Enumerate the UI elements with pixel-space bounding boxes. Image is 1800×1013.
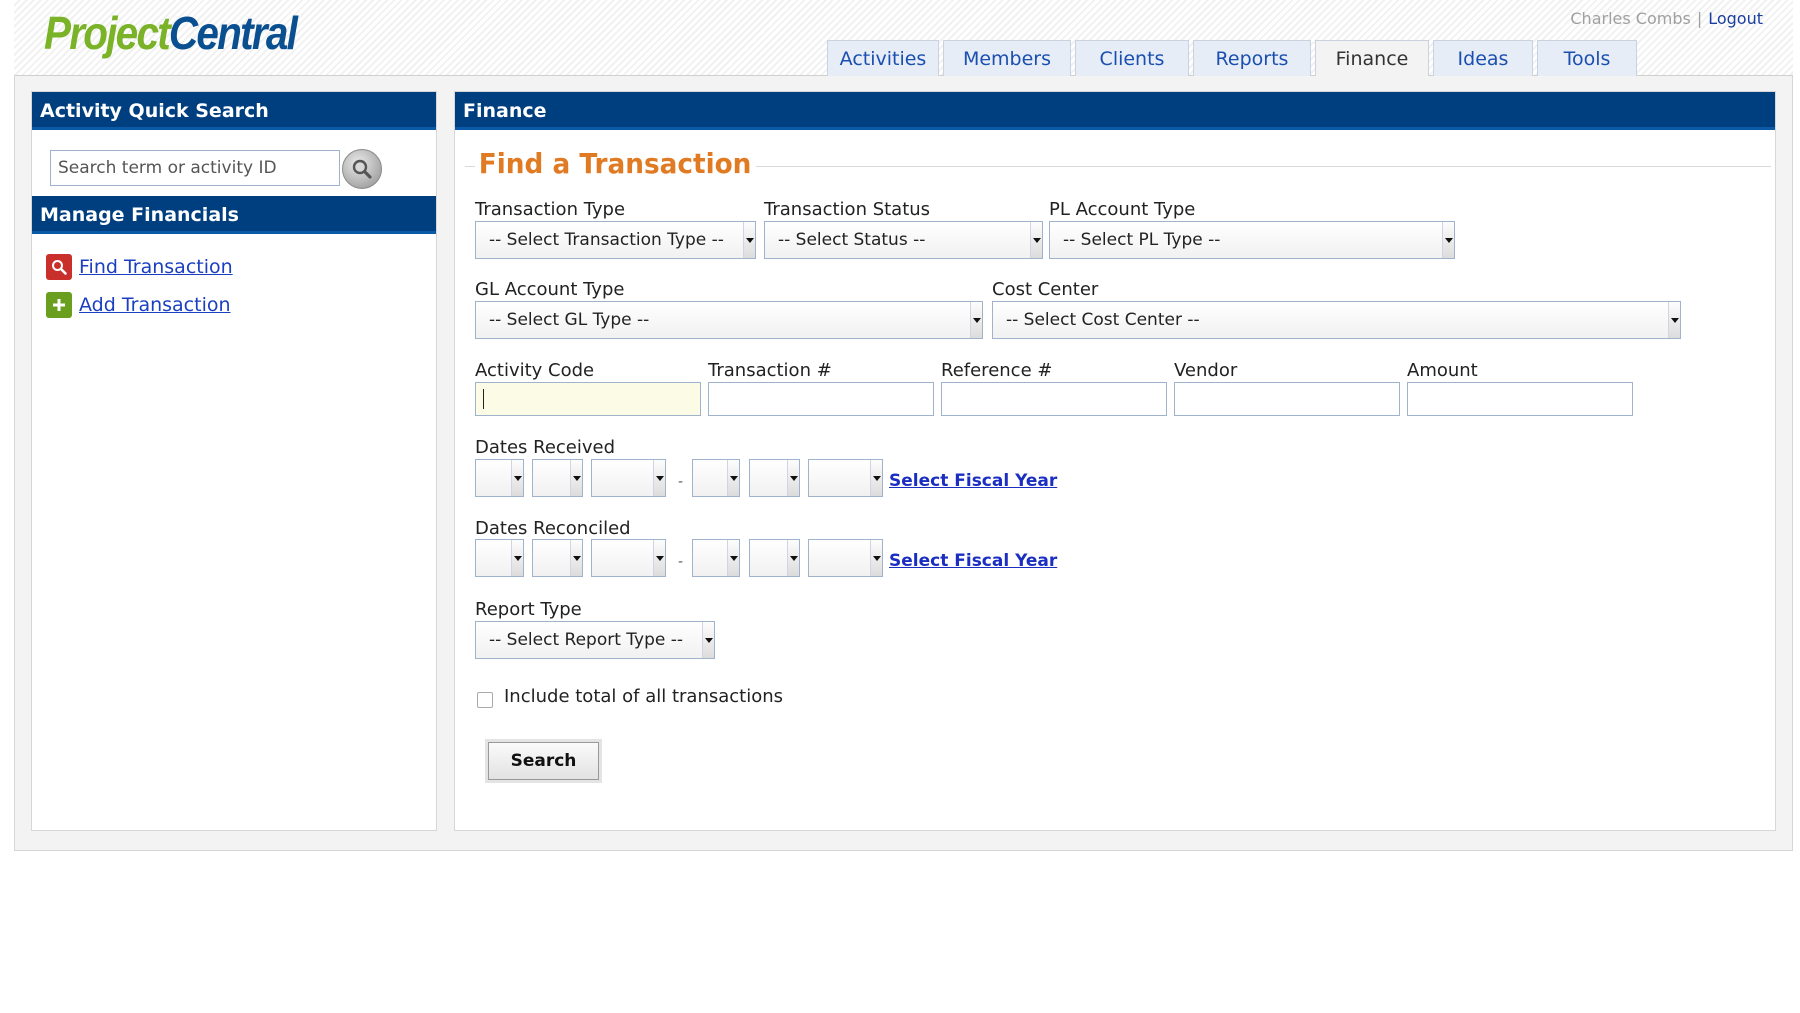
reconciled-to-year-select[interactable]: [808, 539, 883, 577]
received-to-year-select[interactable]: [808, 459, 883, 497]
tab-clients[interactable]: Clients: [1075, 40, 1189, 76]
chevron-down-icon: [1442, 222, 1454, 258]
pl-account-type-value: -- Select PL Type --: [1063, 230, 1221, 250]
transaction-number-input[interactable]: [708, 382, 934, 416]
reconciled-from-year-select[interactable]: [591, 539, 666, 577]
manage-financials-heading: Manage Financials: [32, 196, 436, 234]
quick-search-heading: Activity Quick Search: [32, 92, 436, 130]
chevron-down-icon: [653, 540, 665, 576]
include-total-checkbox[interactable]: [477, 692, 493, 708]
cost-center-select[interactable]: -- Select Cost Center --: [992, 301, 1681, 339]
user-name: Charles Combs: [1570, 9, 1691, 28]
finance-heading: Finance: [455, 92, 1775, 130]
cost-center-value: -- Select Cost Center --: [1006, 310, 1200, 330]
project-central-logo[interactable]: ProjectCentral: [44, 6, 298, 60]
chevron-down-icon: [870, 540, 882, 576]
logout-link[interactable]: Logout: [1708, 9, 1763, 28]
transaction-number-label: Transaction #: [708, 360, 832, 381]
chevron-down-icon: [1668, 302, 1680, 338]
received-select-fiscal-year-link[interactable]: Select Fiscal Year: [889, 471, 1057, 491]
plus-icon: [46, 292, 72, 318]
cost-center-label: Cost Center: [992, 279, 1099, 300]
reconciled-range-dash: -: [678, 554, 684, 570]
search-icon: [352, 159, 372, 179]
gl-account-type-label: GL Account Type: [475, 279, 625, 300]
dates-reconciled-label: Dates Reconciled: [475, 518, 631, 539]
user-bar: Charles Combs | Logout: [1570, 9, 1763, 28]
finance-panel: Finance Find a Transaction Transaction T…: [454, 91, 1776, 831]
pl-account-type-label: PL Account Type: [1049, 199, 1196, 220]
quick-search-button[interactable]: [342, 149, 382, 189]
chevron-down-icon: [702, 622, 714, 658]
chevron-down-icon: [653, 460, 665, 496]
find-transaction-title: Find a Transaction: [475, 147, 757, 180]
received-from-year-select[interactable]: [591, 459, 666, 497]
reconciled-to-day-select[interactable]: [749, 539, 800, 577]
chevron-down-icon: [870, 460, 882, 496]
find-transaction-nav[interactable]: Find Transaction: [46, 254, 233, 280]
transaction-status-label: Transaction Status: [764, 199, 931, 220]
text-caret: [483, 389, 484, 409]
received-to-day-select[interactable]: [749, 459, 800, 497]
reconciled-to-month-select[interactable]: [692, 539, 740, 577]
chevron-down-icon: [787, 540, 799, 576]
search-button[interactable]: Search: [488, 742, 599, 780]
reference-number-label: Reference #: [941, 360, 1053, 381]
chevron-down-icon: [511, 460, 523, 496]
amount-label: Amount: [1407, 360, 1478, 381]
reconciled-from-month-select[interactable]: [475, 539, 524, 577]
amount-input[interactable]: [1407, 382, 1633, 416]
report-type-value: -- Select Report Type --: [489, 630, 683, 650]
activity-code-label: Activity Code: [475, 360, 595, 381]
received-from-day-select[interactable]: [532, 459, 583, 497]
include-total-label: Include total of all transactions: [504, 686, 784, 707]
chevron-down-icon: [727, 540, 739, 576]
report-type-label: Report Type: [475, 599, 582, 620]
gl-account-type-value: -- Select GL Type --: [489, 310, 650, 330]
chevron-down-icon: [570, 460, 582, 496]
vendor-input[interactable]: [1174, 382, 1400, 416]
chevron-down-icon: [511, 540, 523, 576]
received-from-month-select[interactable]: [475, 459, 524, 497]
top-header: ProjectCentral Charles Combs | Logout Acti…: [14, 0, 1793, 76]
transaction-status-value: -- Select Status --: [778, 230, 926, 250]
dates-received-label: Dates Received: [475, 437, 616, 458]
tab-reports[interactable]: Reports: [1193, 40, 1311, 76]
tab-ideas[interactable]: Ideas: [1433, 40, 1533, 76]
chevron-down-icon: [787, 460, 799, 496]
chevron-down-icon: [727, 460, 739, 496]
pl-account-type-select[interactable]: -- Select PL Type --: [1049, 221, 1455, 259]
tab-members[interactable]: Members: [943, 40, 1071, 76]
chevron-down-icon: [1030, 222, 1042, 258]
activity-code-input[interactable]: [475, 382, 701, 416]
transaction-type-value: -- Select Transaction Type --: [489, 230, 724, 250]
magnifier-icon: [46, 254, 72, 280]
reference-number-input[interactable]: [941, 382, 1167, 416]
add-transaction-nav[interactable]: Add Transaction: [46, 292, 231, 318]
chevron-down-icon: [743, 222, 755, 258]
chevron-down-icon: [570, 540, 582, 576]
vendor-label: Vendor: [1174, 360, 1238, 381]
find-transaction-link[interactable]: Find Transaction: [79, 256, 233, 278]
gl-account-type-select[interactable]: -- Select GL Type --: [475, 301, 983, 339]
tab-tools[interactable]: Tools: [1537, 40, 1637, 76]
transaction-type-select[interactable]: -- Select Transaction Type --: [475, 221, 756, 259]
chevron-down-icon: [970, 302, 982, 338]
tab-finance[interactable]: Finance: [1315, 40, 1429, 76]
report-type-select[interactable]: -- Select Report Type --: [475, 621, 715, 659]
quick-search-input[interactable]: [50, 150, 340, 186]
transaction-type-label: Transaction Type: [475, 199, 626, 220]
tab-activities[interactable]: Activities: [827, 40, 939, 76]
sidebar-panel: Activity Quick Search Manage Financials …: [31, 91, 437, 831]
reconciled-from-day-select[interactable]: [532, 539, 583, 577]
received-to-month-select[interactable]: [692, 459, 740, 497]
received-range-dash: -: [678, 474, 684, 490]
reconciled-select-fiscal-year-link[interactable]: Select Fiscal Year: [889, 551, 1057, 571]
user-bar-separator: |: [1696, 9, 1703, 28]
transaction-status-select[interactable]: -- Select Status --: [764, 221, 1043, 259]
add-transaction-link[interactable]: Add Transaction: [79, 294, 231, 316]
